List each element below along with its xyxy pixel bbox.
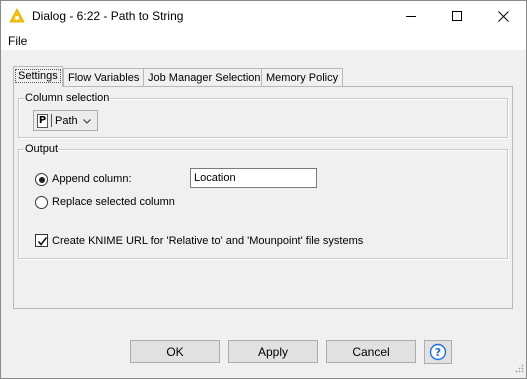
column-type-separator: [51, 114, 52, 127]
append-column-name-input[interactable]: [190, 168, 317, 188]
maximize-icon: [452, 11, 462, 21]
close-icon: [497, 10, 509, 22]
close-button[interactable]: [480, 1, 526, 31]
column-select-value: Path: [55, 114, 78, 127]
create-knime-url-checkbox[interactable]: [35, 234, 48, 247]
minimize-icon: [406, 16, 416, 17]
menu-bar: File: [1, 31, 526, 50]
tab-memory-policy[interactable]: Memory Policy: [261, 68, 344, 87]
help-button[interactable]: ?: [424, 340, 452, 364]
create-knime-url-label[interactable]: Create KNIME URL for 'Relative to' and '…: [52, 234, 363, 248]
tab-job-manager-label: Job Manager Selection: [148, 72, 261, 84]
window-title: Dialog - 6:22 - Path to String: [32, 9, 184, 23]
column-selection-title: Column selection: [24, 91, 111, 105]
cancel-button[interactable]: Cancel: [326, 340, 416, 363]
tab-settings-label: Settings: [15, 69, 61, 83]
output-title: Output: [24, 142, 60, 156]
tab-job-manager-selection[interactable]: Job Manager Selection: [143, 68, 266, 87]
tab-flow-variables[interactable]: Flow Variables: [63, 68, 145, 87]
append-column-radio[interactable]: [35, 173, 48, 186]
replace-column-radio[interactable]: [35, 196, 48, 209]
replace-column-label[interactable]: Replace selected column: [52, 195, 175, 209]
help-question-icon: ?: [429, 343, 447, 361]
maximize-button[interactable]: [434, 1, 480, 31]
tab-flow-variables-label: Flow Variables: [68, 72, 140, 84]
tab-settings[interactable]: Settings: [13, 66, 63, 87]
svg-text:?: ?: [435, 346, 441, 359]
chevron-down-icon: [82, 115, 91, 127]
checkmark-icon: [37, 237, 48, 246]
resize-grip-icon[interactable]: [514, 363, 524, 376]
knime-app-icon: [9, 8, 25, 24]
column-select-dropdown[interactable]: P Path: [33, 110, 98, 131]
apply-button[interactable]: Apply: [228, 340, 318, 363]
minimize-button[interactable]: [388, 1, 434, 31]
title-bar[interactable]: Dialog - 6:22 - Path to String: [1, 1, 526, 31]
ok-button[interactable]: OK: [130, 340, 220, 363]
menu-file[interactable]: File: [8, 34, 27, 48]
tab-memory-policy-label: Memory Policy: [266, 72, 339, 84]
path-type-icon: P: [37, 113, 48, 128]
append-column-label[interactable]: Append column:: [52, 172, 132, 186]
